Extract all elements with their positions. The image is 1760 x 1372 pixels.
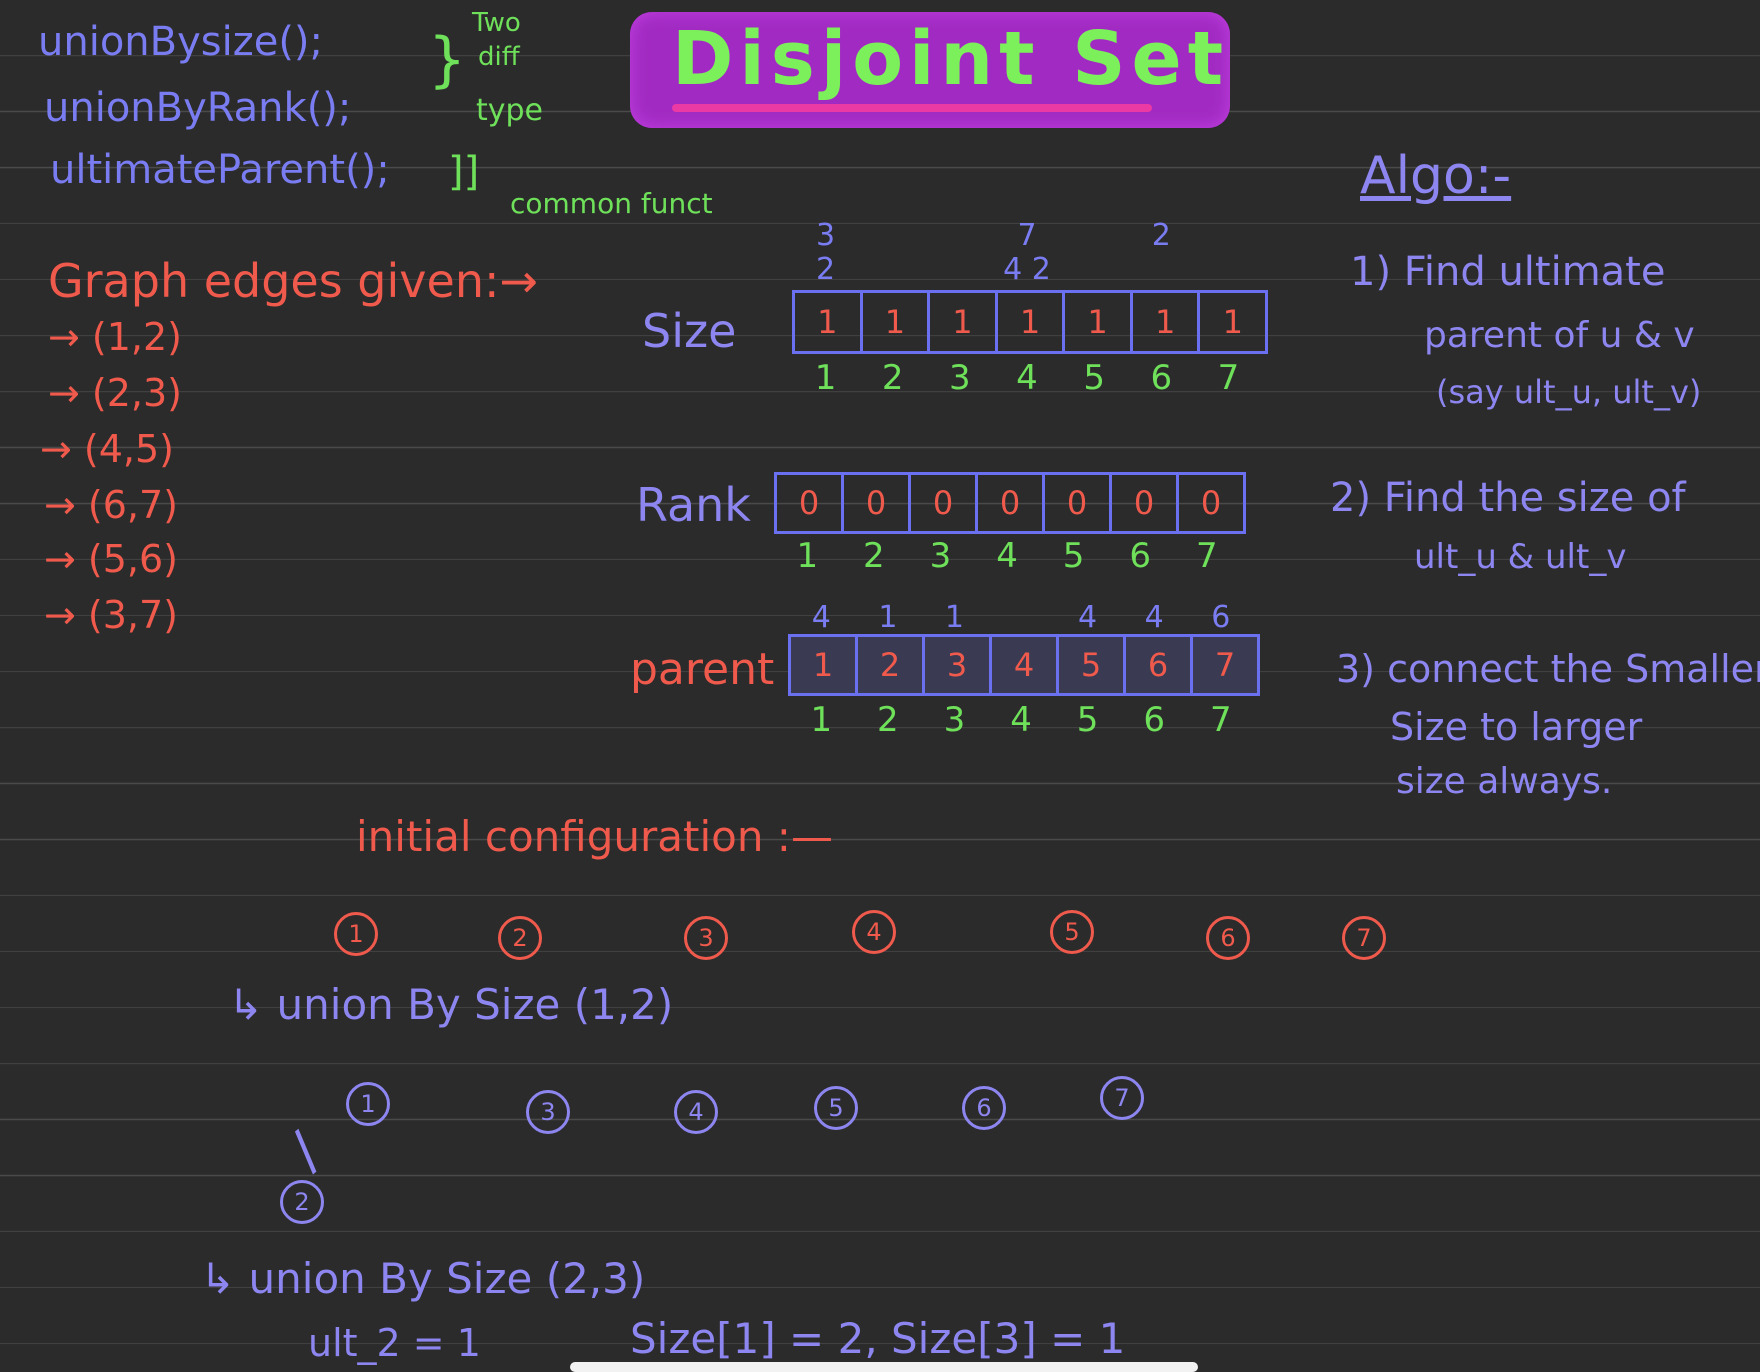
rank-cell: 0 <box>1045 475 1112 531</box>
size-indices: 1234567 <box>814 358 1240 398</box>
initial-node: 1 <box>334 912 378 956</box>
rank-cell: 0 <box>777 475 844 531</box>
algo-step-2b: ult_u & ult_v <box>1414 537 1627 577</box>
size-label: Size <box>642 304 737 358</box>
algo-step-1a: 1) Find ultimate <box>1350 249 1666 295</box>
union1-child-node: 2 <box>280 1180 324 1224</box>
initial-node: 4 <box>852 910 896 954</box>
note-common-function: common funct <box>510 187 713 220</box>
rank-cell: 0 <box>978 475 1045 531</box>
edge-1: → (1,2) <box>48 315 183 359</box>
union2-sizes-line: Size[1] = 2, Size[3] = 1 <box>630 1314 1126 1363</box>
size-cell: 1 <box>1222 303 1243 341</box>
union1-node: 1 <box>346 1082 390 1126</box>
initial-config-heading: initial configuration :— <box>356 812 833 861</box>
size-above-row: 372 <box>816 218 1171 253</box>
parent-above-row: 411446 <box>811 600 1231 635</box>
initial-node: 7 <box>1342 916 1386 960</box>
size-cell: 1 <box>930 293 998 351</box>
parent-cell: 2 <box>858 637 925 693</box>
rank-indices: 1234567 <box>796 536 1218 576</box>
union-2-3-heading: ↳ union By Size (2,3) <box>200 1254 646 1303</box>
parent-cell: 7 <box>1214 646 1236 684</box>
rank-cell: 0 <box>1200 484 1222 522</box>
note-union-by-size: unionBysize(); <box>38 19 323 65</box>
initial-node: 3 <box>684 916 728 960</box>
algo-step-2a: 2) Find the size of <box>1330 475 1686 521</box>
initial-node: 5 <box>1050 910 1094 954</box>
graph-edges-heading: Graph edges given:→ <box>48 254 539 308</box>
algo-step-3b: Size to larger <box>1390 705 1643 749</box>
rank-cell: 0 <box>911 475 978 531</box>
union1-node: 7 <box>1100 1076 1144 1120</box>
note-type: type <box>476 93 544 128</box>
edge-6: → (3,7) <box>44 593 179 637</box>
rank-array: 0 0 0 0 0 0 0 <box>774 472 1246 534</box>
edge-4: → (6,7) <box>44 483 179 527</box>
edge-3: → (4,5) <box>40 427 175 471</box>
parent-cell: 3 <box>925 637 992 693</box>
edge-2: → (2,3) <box>48 371 183 415</box>
union1-node: 3 <box>526 1090 570 1134</box>
note-union-by-rank: unionByRank(); <box>44 85 352 131</box>
note-two: Two <box>472 8 521 38</box>
parent-cell: 6 <box>1126 637 1193 693</box>
rank-cell: 0 <box>1112 475 1179 531</box>
title-underline <box>672 104 1152 112</box>
union1-edge: / <box>277 1120 333 1181</box>
algo-step-3c: size always. <box>1396 761 1613 802</box>
note-brace: } <box>428 25 467 95</box>
initial-node: 2 <box>498 916 542 960</box>
size-cell: 1 <box>998 293 1066 351</box>
initial-node: 6 <box>1206 916 1250 960</box>
size-cell: 1 <box>1133 293 1201 351</box>
parent-array: 1 2 3 4 5 6 7 <box>788 634 1260 696</box>
note-ultimate-parent: ultimateParent(); <box>50 147 390 193</box>
note-diff: diff <box>478 42 520 72</box>
edge-5: → (5,6) <box>44 537 179 581</box>
algo-step-1b: parent of u & v <box>1424 315 1695 356</box>
parent-cell: 1 <box>791 637 858 693</box>
parent-label: parent <box>630 644 775 695</box>
note-brackets: ]] <box>448 149 480 195</box>
size-cell: 1 <box>863 293 931 351</box>
size-array: 1 1 1 1 1 1 1 <box>792 290 1268 354</box>
page-title: Disjoint Set <box>672 16 1230 102</box>
algo-heading: Algo:- <box>1360 146 1512 206</box>
union1-node: 4 <box>674 1090 718 1134</box>
union-1-2-heading: ↳ union By Size (1,2) <box>228 980 674 1029</box>
union2-ult-line: ult_2 = 1 <box>308 1321 481 1365</box>
parent-cell: 4 <box>992 637 1059 693</box>
union1-node: 5 <box>814 1086 858 1130</box>
home-indicator[interactable] <box>570 1362 1198 1372</box>
algo-step-1c: (say ult_u, ult_v) <box>1436 373 1702 411</box>
size-above-row-2: 24 2 <box>816 252 1051 287</box>
rank-label: Rank <box>636 478 751 532</box>
algo-step-3a: 3) connect the Smaller <box>1336 647 1760 691</box>
rank-cell: 0 <box>844 475 911 531</box>
size-cell: 1 <box>795 293 863 351</box>
parent-indices: 1234567 <box>810 700 1232 740</box>
union1-node: 6 <box>962 1086 1006 1130</box>
parent-cell: 5 <box>1059 637 1126 693</box>
size-cell: 1 <box>1065 293 1133 351</box>
